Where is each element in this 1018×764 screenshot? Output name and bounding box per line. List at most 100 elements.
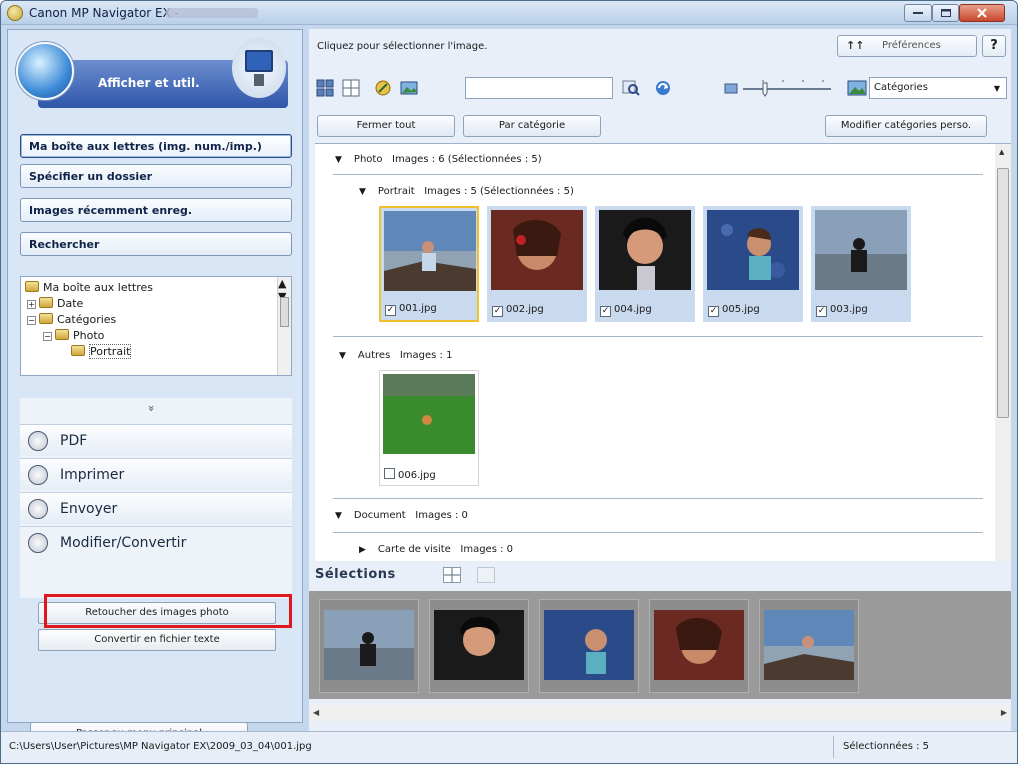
horizontal-scrollbar[interactable]: ◀ ▶ (309, 705, 1011, 721)
app-icon (7, 5, 23, 21)
list-scrollbar[interactable]: ▲ ▼ (995, 144, 1011, 579)
thumbnail[interactable]: ✓ 001.jpg (379, 206, 479, 322)
edit-categories-button[interactable]: Modifier catégories perso. (825, 115, 987, 137)
photo-image (815, 210, 907, 290)
collapse-icon[interactable]: − (27, 316, 36, 325)
group-business-card[interactable]: ▶ Carte de visite Images : 0 (359, 544, 513, 555)
mode-label: Afficher et util. (98, 76, 200, 90)
folder-tree: Ma boîte aux lettres + Date − Catégories −… (20, 276, 292, 376)
selections-header: Sélections (309, 561, 1011, 591)
scroll-thumb[interactable] (280, 297, 289, 327)
edit-convert-button[interactable]: Modifier/Convertir (20, 526, 292, 558)
nav-search-button[interactable]: Rechercher (20, 232, 292, 256)
view-image-icon[interactable] (399, 78, 419, 98)
mode-header: Afficher et util. (16, 36, 296, 132)
zoom-slider[interactable] (723, 75, 843, 101)
thumbnail[interactable]: ✓ 005.jpg (703, 206, 803, 322)
navigator-logo-icon (16, 42, 74, 100)
refresh-icon[interactable] (653, 78, 673, 98)
selected-thumbnail[interactable] (319, 599, 419, 693)
expanded-triangle-icon[interactable]: ▼ (359, 187, 366, 197)
nav-recent-images-button[interactable]: Images récemment enreg. (20, 198, 292, 222)
select-checkbox[interactable]: ✓ (600, 306, 611, 317)
select-checkbox[interactable]: ✓ (385, 305, 396, 316)
chevron-down-icon: ▼ (993, 84, 1000, 93)
select-checkbox[interactable]: ✓ (492, 306, 503, 317)
expand-icon[interactable]: + (27, 300, 36, 309)
group-document[interactable]: ▼ Document Images : 0 (335, 510, 468, 521)
divider (333, 532, 983, 533)
thumbnail[interactable]: ✓ 004.jpg (595, 206, 695, 322)
group-portrait[interactable]: ▼ Portrait Images : 5 (Sélectionnées : 5) (359, 186, 574, 197)
tree-scrollbar[interactable]: ▲ ▼ (277, 277, 291, 375)
minimize-icon (913, 12, 923, 14)
expanded-triangle-icon[interactable]: ▼ (335, 511, 342, 521)
help-button[interactable]: ? (982, 35, 1006, 57)
expanded-triangle-icon[interactable]: ▼ (339, 351, 346, 361)
folder-icon (39, 297, 53, 308)
scroll-up-icon[interactable]: ▲ (278, 277, 286, 290)
photo-image (654, 610, 744, 680)
close-button[interactable] (959, 4, 1005, 22)
photo-image (434, 610, 524, 680)
photo-image (707, 210, 799, 290)
scroll-right-icon[interactable]: ▶ (1001, 708, 1007, 717)
maximize-icon (940, 9, 951, 17)
selected-thumbnail[interactable] (649, 599, 749, 693)
photo-image (384, 211, 476, 291)
retouch-photos-button[interactable]: Retoucher des images photo (38, 602, 276, 624)
by-category-button[interactable]: Par catégorie (463, 115, 601, 137)
pdf-button[interactable]: PDF (20, 424, 292, 456)
title-bar[interactable]: Canon MP Navigator EX - (1, 1, 1017, 25)
thumbnail[interactable]: 006.jpg (379, 370, 479, 486)
thumbnail[interactable]: ✓ 002.jpg (487, 206, 587, 322)
close-all-button[interactable]: Fermer tout (317, 115, 455, 137)
divider (833, 736, 834, 758)
small-thumbnails-icon[interactable] (341, 78, 361, 98)
send-button[interactable]: Envoyer (20, 492, 292, 524)
nav-specify-folder-button[interactable]: Spécifier un dossier (20, 164, 292, 188)
monitor-icon (232, 38, 286, 98)
status-bar: C:\Users\User\Pictures\MP Navigator EX\2… (1, 731, 1017, 763)
select-checkbox[interactable]: ✓ (816, 306, 827, 317)
photo-image (599, 210, 691, 290)
collapsed-triangle-icon[interactable]: ▶ (359, 545, 366, 555)
tree-node-portrait[interactable]: Portrait (71, 344, 132, 361)
large-thumbnails-icon[interactable] (315, 78, 335, 98)
collapse-chevron-icon[interactable]: » (145, 405, 158, 412)
photo-image (764, 610, 854, 680)
view-mode-select[interactable]: Catégories ▼ (869, 77, 1007, 99)
print-button[interactable]: Imprimer (20, 458, 292, 490)
scroll-up-icon[interactable]: ▲ (999, 148, 1004, 156)
select-checkbox[interactable]: ✓ (708, 306, 719, 317)
list-view-icon[interactable] (477, 567, 495, 583)
minimize-button[interactable] (904, 4, 932, 22)
tree-node-date[interactable]: + Date (27, 297, 83, 313)
select-checkbox[interactable] (384, 468, 395, 479)
tree-node-mailbox[interactable]: Ma boîte aux lettres (25, 281, 153, 297)
selected-thumbnail[interactable] (539, 599, 639, 693)
scroll-thumb[interactable] (997, 168, 1009, 418)
selections-title: Sélections (315, 567, 396, 582)
search-icon[interactable] (621, 78, 641, 98)
tree-node-photo[interactable]: − Photo (43, 329, 104, 345)
selection-tray (309, 591, 1011, 699)
grid-view-icon[interactable] (443, 567, 461, 583)
maximize-button[interactable] (932, 4, 959, 22)
preferences-button[interactable]: ↑↑ Préférences (837, 35, 977, 57)
selected-thumbnail[interactable] (429, 599, 529, 693)
correct-image-icon[interactable] (373, 78, 393, 98)
scroll-left-icon[interactable]: ◀ (313, 708, 319, 717)
collapse-icon[interactable]: − (43, 332, 52, 341)
nav-mailbox-button[interactable]: Ma boîte aux lettres (img. num./imp.) (20, 134, 292, 158)
thumbnail[interactable]: ✓ 003.jpg (811, 206, 911, 322)
group-others[interactable]: ▼ Autres Images : 1 (339, 350, 452, 361)
right-panel: Cliquez pour sélectionner l'image. ↑↑ Pr… (309, 29, 1011, 731)
selected-thumbnail[interactable] (759, 599, 859, 693)
window-title: Canon MP Navigator EX - (29, 6, 179, 20)
convert-to-text-button[interactable]: Convertir en fichier texte (38, 629, 276, 651)
group-photo[interactable]: ▼ Photo Images : 6 (Sélectionnées : 5) (335, 154, 542, 165)
search-input[interactable] (465, 77, 613, 99)
tree-node-categories[interactable]: − Catégories (27, 313, 116, 329)
expanded-triangle-icon[interactable]: ▼ (335, 155, 342, 165)
